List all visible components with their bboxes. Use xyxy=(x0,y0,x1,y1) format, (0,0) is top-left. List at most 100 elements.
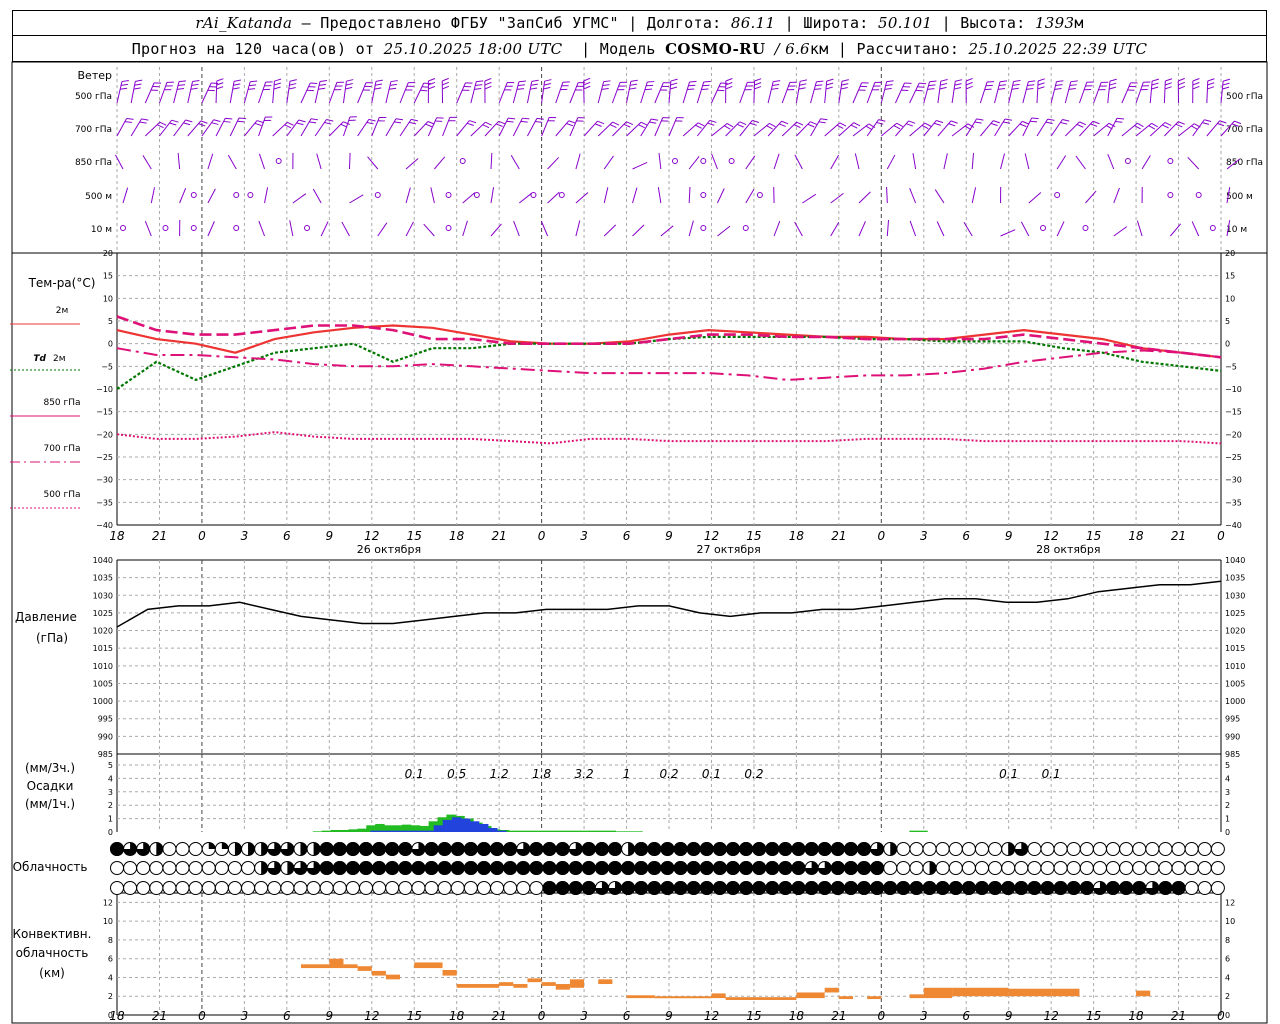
wind-barb xyxy=(810,81,817,104)
wind-barb-feather xyxy=(915,89,923,92)
wind-barb-feather xyxy=(778,123,786,127)
wind-barb xyxy=(177,153,181,170)
wind-barb xyxy=(272,121,288,137)
precip-total-bar xyxy=(909,830,919,832)
cloud-cover-full xyxy=(778,881,793,895)
cloud-cover-full xyxy=(372,842,387,856)
wind-barb-feather xyxy=(1178,81,1185,86)
cloud-cover-circle xyxy=(1210,881,1225,895)
cloud-cover-circle xyxy=(1040,842,1055,856)
wind-barb-feather xyxy=(343,121,350,125)
wind-barb xyxy=(243,81,251,104)
cloud-cover-full xyxy=(791,881,806,895)
wind-barb-feather xyxy=(990,122,998,127)
cloud-cover-circle xyxy=(227,881,242,895)
pres-ytick: 1000 xyxy=(93,697,113,706)
conv-cloud-bar xyxy=(414,962,443,969)
cloud-cover-circle xyxy=(411,881,426,895)
temp-xtick: 12 xyxy=(704,529,719,543)
cloud-cover-circle xyxy=(529,881,544,895)
wind-calm-mark xyxy=(1040,225,1046,231)
wind-calm-mark xyxy=(190,192,197,198)
wind-barb xyxy=(682,81,691,104)
wind-barb xyxy=(895,82,906,104)
cloud-cover-circle xyxy=(110,881,124,895)
pres-ytick: 1030 xyxy=(93,591,113,600)
wind-barb xyxy=(541,117,550,137)
wind-barb-feather xyxy=(326,119,334,122)
wind-level-label: 500 м xyxy=(85,192,112,202)
wind-barb xyxy=(717,188,725,204)
conv-xtick: 0 xyxy=(538,1009,546,1023)
cloud-cover-full xyxy=(1040,881,1055,895)
wind-barb-feather xyxy=(324,121,332,125)
wind-barb-feather xyxy=(216,86,224,90)
wind-barb-feather xyxy=(1178,121,1185,125)
wind-barb xyxy=(796,121,811,137)
wind-barb xyxy=(1107,153,1115,170)
wind-barb-feather xyxy=(223,120,231,123)
wind-barb xyxy=(745,188,755,204)
temp-ytick-right: 0 xyxy=(1225,340,1230,349)
conv-ytick: 8 xyxy=(108,936,113,945)
wind-barb-feather xyxy=(475,84,483,87)
wind-barb-feather xyxy=(289,79,297,82)
wind-barb-feather xyxy=(726,123,734,128)
conv-xtick: 18 xyxy=(1128,1009,1144,1023)
wind-barb-feather xyxy=(1191,125,1198,130)
precip-total-bar xyxy=(526,830,536,832)
wind-barb xyxy=(312,188,322,204)
wind-barb xyxy=(342,116,351,137)
wind-barb-feather xyxy=(520,120,528,123)
wind-barb-feather xyxy=(840,87,848,90)
cloud-cover-circle xyxy=(1079,861,1094,875)
cloud-cover-full xyxy=(359,842,374,856)
cloud-cover-full xyxy=(608,861,623,875)
cloud-cover-full xyxy=(791,861,806,875)
conv-xtick: 15 xyxy=(1086,1009,1101,1023)
wind-barb xyxy=(258,153,266,170)
wind-barb-feather xyxy=(917,86,925,88)
cloud-cover-full xyxy=(1066,881,1081,895)
wind-calm-mark xyxy=(473,192,480,198)
wind-barb-feather xyxy=(530,83,538,86)
wind-barb xyxy=(1008,81,1015,104)
wind-barb xyxy=(490,223,502,237)
wind-barb-feather xyxy=(409,121,417,125)
wind-barb-feather xyxy=(749,122,757,126)
wind-barb-feather xyxy=(374,87,382,90)
wind-barb-feather xyxy=(955,79,963,82)
wind-barb xyxy=(1191,221,1200,237)
wind-barb-feather xyxy=(171,119,179,123)
wind-barb-feather xyxy=(274,78,282,82)
temp-xtick: 12 xyxy=(364,529,379,543)
cloud-cover-circle xyxy=(398,881,413,895)
wind-barb-feather xyxy=(1012,83,1020,86)
wind-barb-feather xyxy=(1115,120,1123,123)
temp-xtick: 0 xyxy=(538,529,546,543)
cloud-cover-full xyxy=(359,861,374,875)
date-label: 27 октября xyxy=(696,543,760,556)
wind-barb-feather xyxy=(950,120,958,124)
wind-barb-feather xyxy=(670,78,678,82)
wind-barb xyxy=(830,192,844,204)
cloud-cover-full xyxy=(935,881,950,895)
precip-conv-bar xyxy=(424,830,435,832)
wind-barb xyxy=(258,220,266,237)
conv-cloud-bar xyxy=(343,964,358,969)
cloud-cover-circle xyxy=(188,861,203,875)
precip-total-bar xyxy=(508,830,519,832)
legend-700-label: 700 гПа xyxy=(43,444,80,454)
wind-barb-feather xyxy=(940,82,948,86)
wind-barb xyxy=(116,118,128,137)
cloud-cover-circle xyxy=(1158,861,1173,875)
wind-barb-feather xyxy=(793,124,801,129)
legend-500-label: 500 гПа xyxy=(43,490,80,500)
wind-barb-feather xyxy=(640,121,648,126)
conv-ytick-right: 8 xyxy=(1225,936,1230,945)
wind-barb xyxy=(367,156,379,170)
wind-calm-mark xyxy=(247,192,254,198)
wind-barb xyxy=(264,187,269,204)
wind-barb-feather xyxy=(853,122,861,127)
wind-barb-feather xyxy=(1090,123,1098,127)
